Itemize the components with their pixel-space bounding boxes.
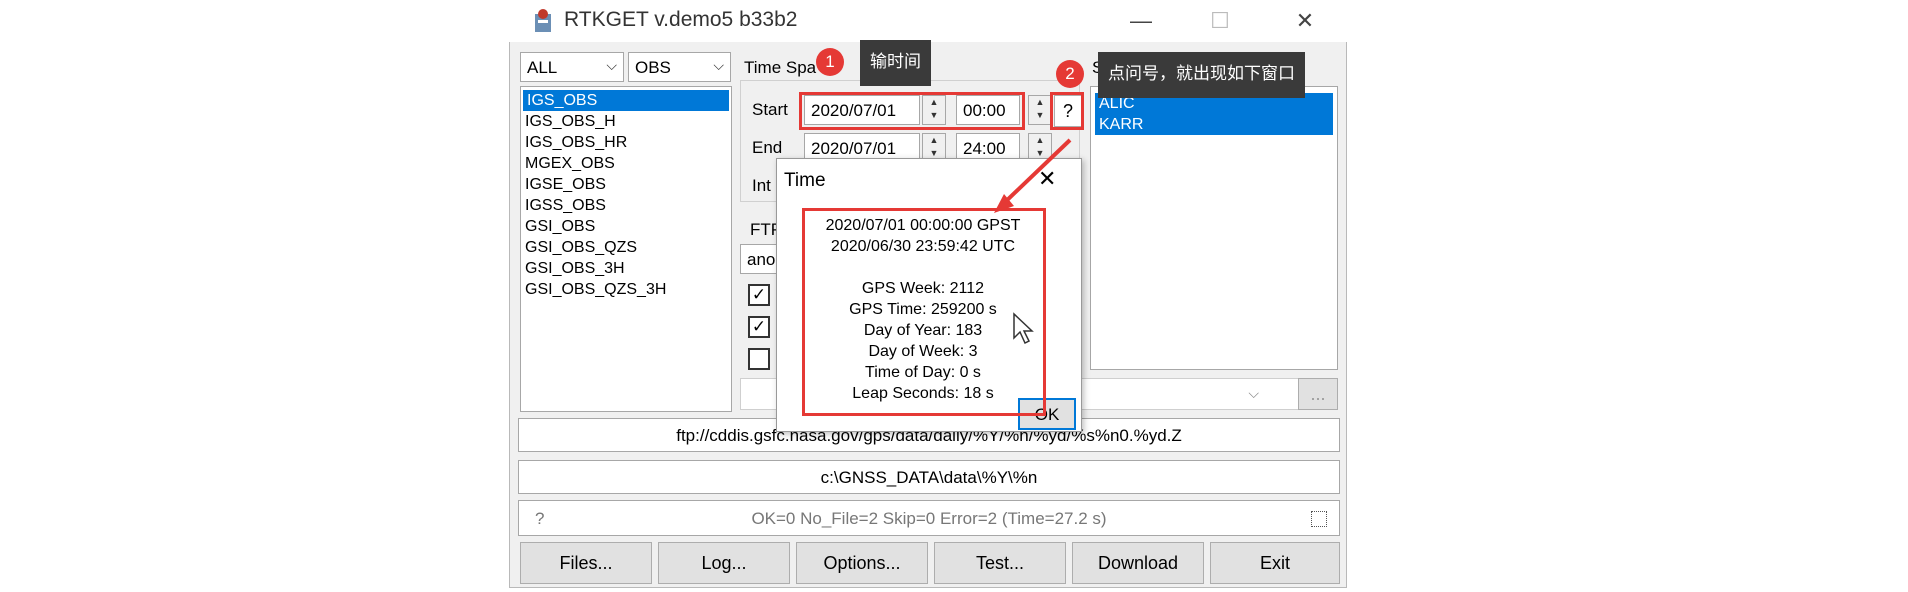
list-item[interactable]: GSI_OBS_QZS bbox=[521, 237, 731, 258]
annotation-tooltip-2: 点问号，就出现如下窗口 bbox=[1098, 52, 1305, 98]
app-icon bbox=[535, 9, 551, 32]
type-filter-value: ALL bbox=[527, 58, 558, 77]
list-item[interactable]: IGS_OBS bbox=[523, 90, 729, 111]
minimize-button[interactable]: — bbox=[1116, 6, 1166, 36]
download-button[interactable]: Download bbox=[1072, 542, 1204, 584]
close-button[interactable]: ✕ bbox=[1280, 6, 1330, 36]
time-dialog-title: Time bbox=[784, 170, 826, 191]
list-item[interactable]: GSI_OBS_QZS_3H bbox=[521, 279, 731, 300]
list-item[interactable]: IGSE_OBS bbox=[521, 174, 731, 195]
list-item[interactable]: IGS_OBS_H bbox=[521, 111, 731, 132]
files-button[interactable]: Files... bbox=[520, 542, 652, 584]
annotation-box-dialog bbox=[802, 208, 1046, 416]
station-item[interactable]: KARR bbox=[1095, 114, 1333, 135]
option-checkbox-3[interactable] bbox=[748, 348, 770, 370]
station-list[interactable]: ALIC KARR bbox=[1090, 86, 1338, 370]
annotation-tooltip-1: 输时间 bbox=[860, 40, 931, 86]
chevron-down-icon: ⌵ bbox=[1248, 385, 1259, 401]
option-checkbox-2[interactable]: ✓ bbox=[748, 316, 770, 338]
annotation-badge-2: 2 bbox=[1056, 60, 1084, 88]
test-button[interactable]: Test... bbox=[934, 542, 1066, 584]
list-item[interactable]: IGS_OBS_HR bbox=[521, 132, 731, 153]
chevron-down-icon: ⌵ bbox=[606, 57, 617, 73]
end-label: End bbox=[752, 138, 783, 157]
status-bar: ? OK=0 No_File=2 Skip=0 Error=2 (Time=27… bbox=[518, 500, 1340, 536]
format-filter-select[interactable]: OBS ⌵ bbox=[628, 52, 731, 82]
type-filter-select[interactable]: ALL ⌵ bbox=[520, 52, 624, 82]
window-title: RTKGET v.demo5 b33b2 bbox=[564, 8, 798, 31]
list-item[interactable]: GSI_OBS bbox=[521, 216, 731, 237]
maximize-button[interactable]: ☐ bbox=[1195, 6, 1245, 36]
resize-grip-icon[interactable] bbox=[1311, 511, 1327, 527]
local-dir-field[interactable]: c:\GNSS_DATA\data\%Y\%n bbox=[518, 460, 1340, 494]
option-checkbox-1[interactable]: ✓ bbox=[748, 284, 770, 306]
data-type-list[interactable]: IGS_OBS IGS_OBS_H IGS_OBS_HR MGEX_OBS IG… bbox=[520, 86, 732, 412]
start-label: Start bbox=[752, 100, 788, 119]
annotation-badge-1: 1 bbox=[816, 48, 844, 76]
options-button[interactable]: Options... bbox=[796, 542, 928, 584]
browse-button[interactable]: ... bbox=[1298, 378, 1338, 410]
format-filter-value: OBS bbox=[635, 58, 671, 77]
log-button[interactable]: Log... bbox=[658, 542, 790, 584]
exit-button[interactable]: Exit bbox=[1210, 542, 1340, 584]
list-item[interactable]: GSI_OBS_3H bbox=[521, 258, 731, 279]
interval-label: Int bbox=[752, 176, 771, 195]
list-item[interactable]: MGEX_OBS bbox=[521, 153, 731, 174]
annotation-arrow-icon bbox=[994, 138, 1072, 213]
list-item[interactable]: IGSS_OBS bbox=[521, 195, 731, 216]
time-span-header: Time Spa bbox=[744, 58, 817, 77]
status-text: OK=0 No_File=2 Skip=0 Error=2 (Time=27.2… bbox=[751, 509, 1107, 528]
chevron-down-icon: ⌵ bbox=[713, 57, 724, 73]
